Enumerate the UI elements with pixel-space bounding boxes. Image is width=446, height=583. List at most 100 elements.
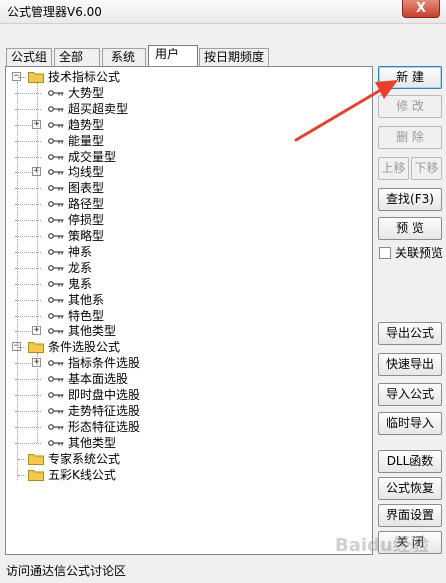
tree-connector-line xyxy=(37,83,38,332)
tree-item-label: 基本面选股 xyxy=(68,372,129,387)
tree-item-label: 其他系 xyxy=(68,292,105,307)
tree-item-label: 龙系 xyxy=(68,260,93,275)
tree-item-label: 图表型 xyxy=(68,181,105,196)
tree-formula-item[interactable]: + 均线型 xyxy=(10,164,370,180)
tree-item-label: 大势型 xyxy=(68,85,105,100)
tree-formula-item[interactable]: 鬼系 xyxy=(10,276,370,292)
tree-formula-item[interactable]: 成交量型 xyxy=(10,149,370,165)
key-icon xyxy=(48,296,64,303)
tab-user[interactable]: 用户 xyxy=(148,45,198,66)
tree-item-label: 神系 xyxy=(68,244,93,259)
dll-function-button[interactable]: DLL函数 xyxy=(378,450,442,473)
close-window-button[interactable]: X xyxy=(402,0,440,18)
close-button[interactable]: 关 闭 xyxy=(378,531,442,554)
tree-connector-line xyxy=(17,82,18,480)
tree-formula-item[interactable]: 能量型 xyxy=(10,133,370,149)
forum-link[interactable]: 访问通达信公式讨论区 xyxy=(6,562,126,579)
title-bar: 公式管理器V6.00 X xyxy=(0,0,446,24)
tree-connector-line xyxy=(18,474,26,476)
temp-import-button[interactable]: 临时导入 xyxy=(378,412,442,435)
key-icon xyxy=(48,264,64,271)
tree-item-label: 其他类型 xyxy=(68,324,117,339)
tab-all[interactable]: 全部 xyxy=(54,48,100,66)
folder-icon xyxy=(28,342,44,354)
tree-group-node[interactable]: − 条件选股公式 xyxy=(10,339,370,355)
tree-item-label: 指标条件选股 xyxy=(68,356,141,371)
linked-preview-checkbox[interactable] xyxy=(379,247,391,259)
tree-formula-item[interactable]: + 指标条件选股 xyxy=(10,355,370,371)
key-icon xyxy=(48,376,64,382)
tree-group-node[interactable]: − 技术指标公式 xyxy=(10,69,370,85)
tree-item-label: 均线型 xyxy=(68,165,105,180)
key-icon xyxy=(48,105,64,112)
tree-connector-line xyxy=(18,347,26,349)
tree-formula-item[interactable]: 形态特征选股 xyxy=(10,419,370,435)
key-icon xyxy=(48,312,64,319)
tree-formula-item[interactable]: 策略型 xyxy=(10,228,370,244)
tree-formula-item[interactable]: 神系 xyxy=(10,244,370,260)
formula-restore-button[interactable]: 公式恢复 xyxy=(378,477,442,500)
tree-item-label: 特色型 xyxy=(68,308,105,323)
tree-formula-item[interactable]: 大势型 xyxy=(10,85,370,101)
tree-formula-item[interactable]: + 其他类型 xyxy=(10,323,370,339)
window-title: 公式管理器V6.00 xyxy=(7,5,102,19)
tree-connector-line xyxy=(37,353,38,443)
key-icon xyxy=(48,185,64,192)
edit-button[interactable]: 修 改 xyxy=(378,95,442,118)
tree-formula-item[interactable]: 特色型 xyxy=(10,308,370,324)
tree-item-label: 成交量型 xyxy=(68,149,117,164)
tree-formula-item[interactable]: 即时盘中选股 xyxy=(10,387,370,403)
tree-formula-item[interactable]: 路径型 xyxy=(10,196,370,212)
tree-formula-item[interactable]: 基本面选股 xyxy=(10,371,370,387)
tree-formula-item[interactable]: 走势特征选股 xyxy=(10,403,370,419)
linked-preview-label: 关联预览 xyxy=(395,246,444,260)
key-icon xyxy=(48,249,64,255)
tree-item-label: 停损型 xyxy=(68,213,105,228)
tree-item-label: 走势特征选股 xyxy=(68,403,141,418)
formula-tree[interactable]: − 技术指标公式 大势型 超买超卖型 + 趋势型 能量型 成交量型 + 均线型 图表型 路径型 停损型策… xyxy=(5,66,373,555)
tree-item-label: 鬼系 xyxy=(68,276,93,291)
tree-formula-item[interactable]: 其他类型 xyxy=(10,435,370,451)
tree-group-node[interactable]: 五彩K线公式 xyxy=(10,467,370,483)
move-down-button[interactable]: 下移 xyxy=(411,157,442,180)
tree-formula-item[interactable]: 龙系 xyxy=(10,260,370,276)
key-icon xyxy=(48,423,64,430)
tree-formula-item[interactable]: + 趋势型 xyxy=(10,117,370,133)
key-icon xyxy=(48,153,64,160)
tree-formula-item[interactable]: 超买超卖型 xyxy=(10,101,370,117)
key-icon xyxy=(48,217,64,223)
tree-group-label: 技术指标公式 xyxy=(48,70,121,84)
key-icon xyxy=(48,392,64,398)
tree-item-label: 策略型 xyxy=(68,229,105,243)
tree-connector-line xyxy=(18,458,26,460)
tree-formula-item[interactable]: 图表型 xyxy=(10,180,370,196)
tree-formula-item[interactable]: 停损型 xyxy=(10,212,370,228)
tab-system[interactable]: 系统 xyxy=(102,48,146,66)
tab-formula-group[interactable]: 公式组 xyxy=(6,48,52,66)
find-button[interactable]: 查找(F3) xyxy=(378,188,442,211)
tree-connector-line xyxy=(18,77,26,78)
tree-item-label: 其他类型 xyxy=(68,435,117,450)
quick-export-button[interactable]: 快速导出 xyxy=(378,353,442,376)
tree-item-label: 趋势型 xyxy=(68,117,105,132)
tree-group-label: 五彩K线公式 xyxy=(48,467,116,482)
key-icon xyxy=(48,169,64,176)
tree-group-node[interactable]: 专家系统公式 xyxy=(10,451,370,467)
export-formula-button[interactable]: 导出公式 xyxy=(378,322,442,345)
tab-by-date-frequency[interactable]: 按日期频度 xyxy=(199,48,269,66)
tree-group-label: 条件选股公式 xyxy=(48,340,121,355)
folder-icon xyxy=(28,469,44,481)
move-up-button[interactable]: 上移 xyxy=(378,157,409,180)
tree-item-label: 能量型 xyxy=(68,133,105,148)
new-button[interactable]: 新 建 xyxy=(378,66,442,89)
delete-button[interactable]: 删 除 xyxy=(378,126,442,149)
key-icon xyxy=(48,439,64,446)
import-formula-button[interactable]: 导入公式 xyxy=(378,383,442,406)
preview-button[interactable]: 预 览 xyxy=(378,217,442,240)
folder-icon xyxy=(28,453,44,465)
tree-formula-item[interactable]: 其他系 xyxy=(10,292,370,308)
tree-group-label: 专家系统公式 xyxy=(48,451,121,466)
tree-item-label: 形态特征选股 xyxy=(68,419,141,434)
tree-item-label: 即时盘中选股 xyxy=(68,388,141,402)
interface-settings-button[interactable]: 界面设置 xyxy=(378,504,442,527)
